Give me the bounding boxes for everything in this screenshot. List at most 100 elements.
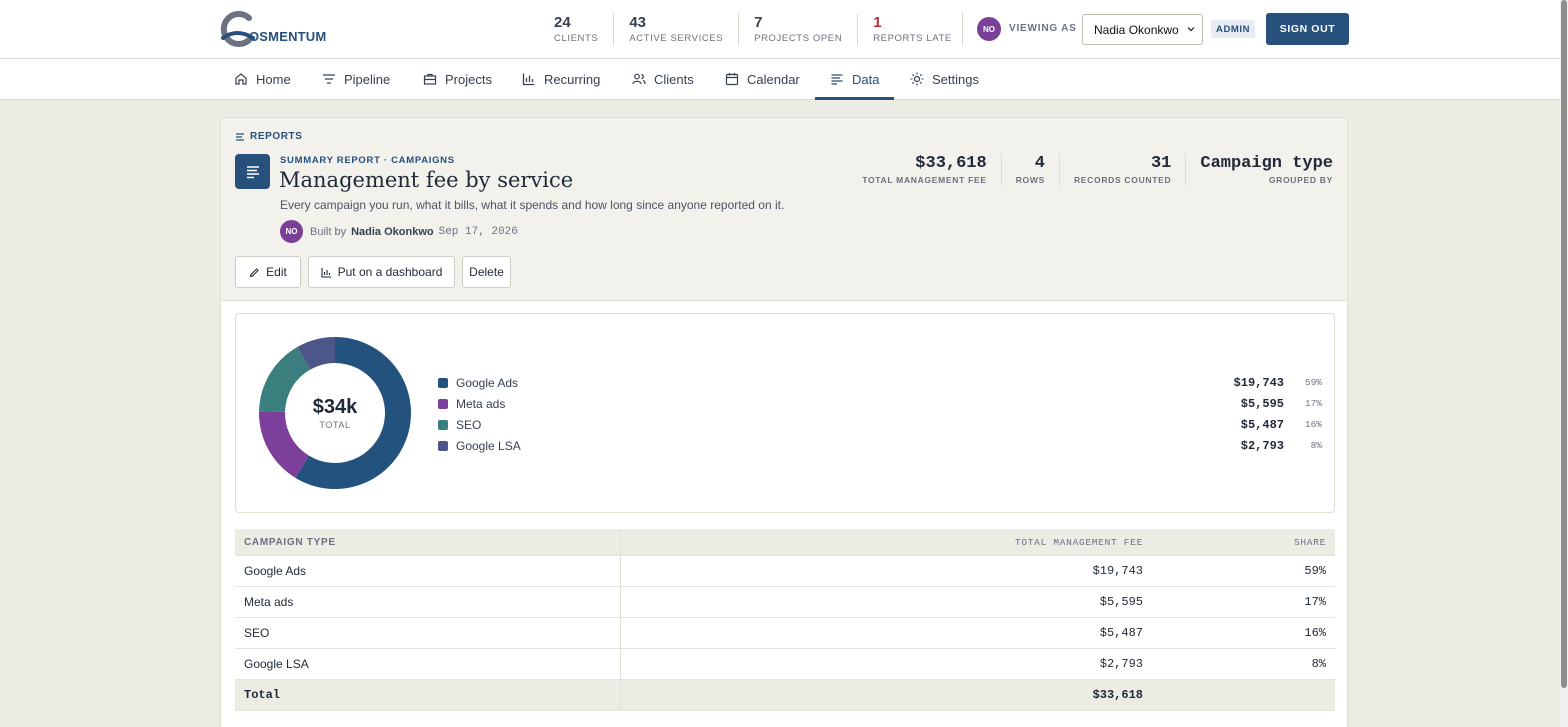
column-header[interactable]: TOTAL MANAGEMENT FEE bbox=[1015, 537, 1143, 548]
button-label: Edit bbox=[266, 265, 287, 279]
sun-icon bbox=[910, 72, 924, 86]
cell-campaign-type: Google LSA bbox=[244, 657, 309, 671]
viewing-as-select[interactable]: Nadia Okonkwo bbox=[1082, 14, 1203, 45]
cell-management-fee: $5,487 bbox=[1099, 626, 1143, 640]
byline: NO Built by Nadia Okonkwo Sep 17, 2026 bbox=[280, 220, 518, 243]
stat-label: CLIENTS bbox=[554, 33, 599, 44]
edit-button[interactable]: Edit bbox=[235, 256, 301, 288]
report-kicker: SUMMARY REPORT · CAMPAIGNS bbox=[280, 155, 455, 166]
nav-item-home[interactable]: Home bbox=[234, 59, 291, 99]
nav-label: Data bbox=[852, 71, 880, 87]
avatar: NO bbox=[977, 17, 1001, 41]
legend-swatch bbox=[438, 398, 448, 409]
built-by-label: Built by bbox=[310, 225, 347, 238]
kpi-label: ROWS bbox=[1015, 175, 1045, 185]
stats-strip: 24 CLIENTS 43 ACTIVE SERVICES 7 PROJECTS… bbox=[554, 14, 967, 46]
brand-name: OSMENTUM bbox=[249, 29, 327, 44]
legend-item[interactable]: Google LSA $2,793 8% bbox=[438, 435, 1322, 456]
nav-label: Home bbox=[256, 71, 291, 87]
total-label: Total bbox=[244, 688, 281, 702]
nav-item-recurring[interactable]: Recurring bbox=[522, 59, 600, 99]
scrollbar-thumb[interactable] bbox=[1561, 0, 1567, 688]
table-header-row: CAMPAIGN TYPE TOTAL MANAGEMENT FEE SHARE bbox=[235, 529, 1335, 556]
stat-active-services[interactable]: 43 ACTIVE SERVICES bbox=[613, 14, 738, 46]
table-row[interactable]: Meta ads $5,595 17% bbox=[235, 587, 1335, 618]
table-row[interactable]: Google Ads $19,743 59% bbox=[235, 556, 1335, 587]
donut-total-value: $34k bbox=[312, 396, 358, 418]
brand-logo[interactable]: OSMENTUM bbox=[219, 10, 326, 48]
kpi-strip: $33,618 TOTAL MANAGEMENT FEE 4 ROWS 31 R… bbox=[848, 154, 1333, 186]
nav-label: Pipeline bbox=[344, 71, 391, 87]
cell-share: 8% bbox=[1311, 657, 1326, 671]
stat-clients[interactable]: 24 CLIENTS bbox=[554, 14, 613, 46]
report-panel: REPORTS SUMMARY REPORT · CAMPAIGNS Manag… bbox=[220, 117, 1348, 727]
list-icon bbox=[831, 74, 843, 85]
donut-total-label: TOTAL bbox=[319, 420, 351, 430]
stat-value: 43 bbox=[629, 14, 647, 31]
scrollbar[interactable] bbox=[1560, 0, 1568, 727]
kpi-grouped-by: Campaign type GROUPED BY bbox=[1185, 154, 1333, 186]
stat-projects-open[interactable]: 7 PROJECTS OPEN bbox=[738, 14, 857, 46]
bar-chart-icon bbox=[321, 267, 331, 278]
column-header[interactable]: SHARE bbox=[1294, 537, 1326, 548]
column-divider bbox=[620, 680, 621, 710]
kpi-label: TOTAL MANAGEMENT FEE bbox=[862, 175, 987, 185]
legend-percent: 17% bbox=[1304, 398, 1322, 409]
legend-label: SEO bbox=[456, 417, 482, 432]
stat-value: 7 bbox=[754, 14, 763, 31]
total-value: $33,618 bbox=[1092, 688, 1143, 702]
kpi-value: 4 bbox=[1034, 154, 1045, 173]
chart-card: $34k TOTAL Google Ads $19,743 59% Meta ads $… bbox=[235, 313, 1335, 513]
nav-label: Calendar bbox=[747, 71, 800, 87]
put-on-dashboard-button[interactable]: Put on a dashboard bbox=[308, 256, 455, 288]
legend-label: Meta ads bbox=[456, 396, 506, 411]
filter-icon bbox=[323, 74, 335, 84]
cell-share: 59% bbox=[1304, 564, 1326, 578]
column-header[interactable]: CAMPAIGN TYPE bbox=[244, 537, 336, 548]
users-icon bbox=[632, 73, 646, 85]
bar-chart-icon bbox=[522, 73, 535, 86]
cell-share: 17% bbox=[1304, 595, 1326, 609]
nav-item-pipeline[interactable]: Pipeline bbox=[322, 59, 390, 99]
nav-item-data[interactable]: Data bbox=[814, 59, 896, 100]
table-row[interactable]: Google LSA $2,793 8% bbox=[235, 649, 1335, 680]
button-label: Put on a dashboard bbox=[337, 265, 443, 279]
delete-button[interactable]: Delete bbox=[462, 256, 511, 288]
chart-legend: Google Ads $19,743 59% Meta ads $5,595 17% SEO… bbox=[438, 372, 1322, 456]
legend-percent: 59% bbox=[1304, 377, 1322, 388]
legend-item[interactable]: Meta ads $5,595 17% bbox=[438, 393, 1322, 414]
kpi-label: GROUPED BY bbox=[1268, 175, 1333, 185]
kpi-label: RECORDS COUNTED bbox=[1073, 175, 1172, 185]
legend-value: $5,595 bbox=[1240, 396, 1284, 411]
sign-out-button[interactable]: SIGN OUT bbox=[1266, 13, 1349, 45]
document-lines-icon bbox=[246, 165, 259, 178]
legend-swatch bbox=[438, 419, 448, 430]
breadcrumb-label: REPORTS bbox=[250, 131, 303, 142]
nav-item-settings[interactable]: Settings bbox=[910, 59, 979, 99]
table-row[interactable]: SEO $5,487 16% bbox=[235, 618, 1335, 649]
page-title: Management fee by service bbox=[279, 168, 574, 192]
nav-label: Clients bbox=[654, 71, 694, 87]
top-bar: OSMENTUM 24 CLIENTS 43 ACTIVE SERVICES 7… bbox=[0, 0, 1560, 59]
column-divider bbox=[620, 649, 621, 679]
legend-percent: 16% bbox=[1304, 419, 1322, 430]
legend-item[interactable]: SEO $5,487 16% bbox=[438, 414, 1322, 435]
nav-label: Projects bbox=[445, 71, 492, 87]
report-header: REPORTS SUMMARY REPORT · CAMPAIGNS Manag… bbox=[221, 118, 1347, 301]
kpi-value: 31 bbox=[1150, 154, 1172, 173]
kpi-total-fee: $33,618 TOTAL MANAGEMENT FEE bbox=[848, 154, 1001, 186]
stat-reports-late[interactable]: 1 REPORTS LATE bbox=[857, 14, 967, 46]
stat-label: REPORTS LATE bbox=[873, 33, 952, 44]
button-label: Delete bbox=[469, 265, 504, 279]
report-description: Every campaign you run, what it bills, w… bbox=[280, 198, 785, 212]
briefcase-icon bbox=[423, 73, 437, 85]
nav-item-calendar[interactable]: Calendar bbox=[725, 59, 800, 99]
legend-item[interactable]: Google Ads $19,743 59% bbox=[438, 372, 1322, 393]
nav-item-clients[interactable]: Clients bbox=[632, 59, 694, 99]
report-icon bbox=[235, 154, 270, 189]
kpi-value: Campaign type bbox=[1200, 154, 1333, 173]
breadcrumb[interactable]: REPORTS bbox=[235, 131, 303, 142]
data-table: CAMPAIGN TYPE TOTAL MANAGEMENT FEE SHARE… bbox=[235, 529, 1335, 711]
nav-item-projects[interactable]: Projects bbox=[423, 59, 492, 99]
legend-value: $19,743 bbox=[1233, 375, 1284, 390]
